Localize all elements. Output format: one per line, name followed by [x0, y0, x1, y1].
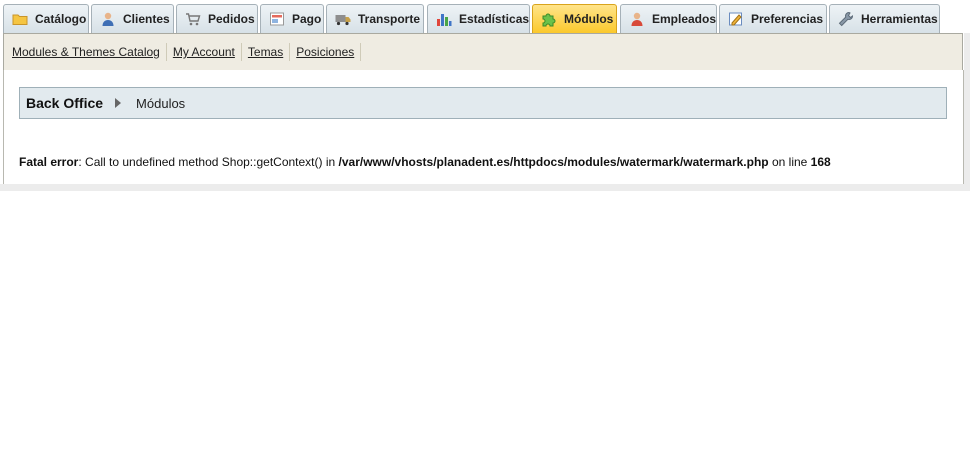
tab-label: Empleados: [652, 12, 717, 26]
breadcrumb: Back Office Módulos: [19, 87, 947, 119]
tab-estadisticas[interactable]: Estadísticas: [427, 4, 530, 33]
module-subnav: Modules & Themes Catalog My Account Tema…: [3, 33, 963, 71]
breadcrumb-root[interactable]: Back Office: [26, 95, 103, 111]
tab-label: Estadísticas: [459, 12, 530, 26]
tab-catalogo[interactable]: Catálogo: [3, 4, 89, 33]
error-text: : Call to undefined method Shop::getCont…: [78, 155, 339, 169]
tab-label: Transporte: [358, 12, 421, 26]
fatal-error-message: Fatal error: Call to undefined method Sh…: [19, 155, 831, 169]
breadcrumb-current: Módulos: [136, 95, 186, 111]
chevron-right-icon: [115, 98, 122, 108]
tab-label: Herramientas: [861, 12, 938, 26]
subnav-posiciones[interactable]: Posiciones: [290, 43, 362, 61]
page-margin-bottom: [0, 184, 970, 191]
tab-label: Clientes: [123, 12, 170, 26]
error-line-text: on line: [768, 155, 811, 169]
cart-icon: [186, 13, 201, 26]
error-file-path: /var/www/vhosts/planadent.es/httpdocs/mo…: [338, 155, 769, 169]
tab-empleados[interactable]: Empleados: [620, 4, 717, 33]
tab-label: Módulos: [564, 12, 614, 26]
tab-clientes[interactable]: Clientes: [91, 4, 174, 33]
tab-modulos[interactable]: Módulos: [532, 4, 617, 33]
tab-transporte[interactable]: Transporte: [326, 4, 424, 33]
customer-icon: [102, 12, 114, 26]
tab-label: Preferencias: [751, 12, 824, 26]
page-margin-right: [964, 33, 970, 185]
error-title: Fatal error: [19, 155, 79, 169]
tab-label: Catálogo: [35, 12, 87, 26]
payment-icon: [270, 12, 284, 26]
wrench-icon: [838, 11, 854, 27]
bar-chart-icon: [437, 14, 452, 26]
folder-icon: [12, 14, 28, 25]
preferences-icon: [729, 12, 742, 26]
truck-icon: [335, 15, 351, 26]
employee-icon: [631, 12, 643, 26]
subnav-temas[interactable]: Temas: [242, 43, 291, 61]
main-tabs: Catálogo Clientes Pedidos Pago Transport…: [0, 0, 970, 34]
subnav-my-account[interactable]: My Account: [167, 43, 242, 61]
subnav-modules-themes-catalog[interactable]: Modules & Themes Catalog: [11, 43, 167, 61]
tab-preferencias[interactable]: Preferencias: [719, 4, 827, 33]
tab-pedidos[interactable]: Pedidos: [176, 4, 258, 33]
tab-herramientas[interactable]: Herramientas: [829, 4, 940, 33]
puzzle-icon: [542, 13, 556, 27]
tab-pago[interactable]: Pago: [260, 4, 324, 33]
tab-label: Pago: [292, 12, 322, 26]
tab-label: Pedidos: [208, 12, 255, 26]
error-line-number: 168: [810, 155, 831, 169]
